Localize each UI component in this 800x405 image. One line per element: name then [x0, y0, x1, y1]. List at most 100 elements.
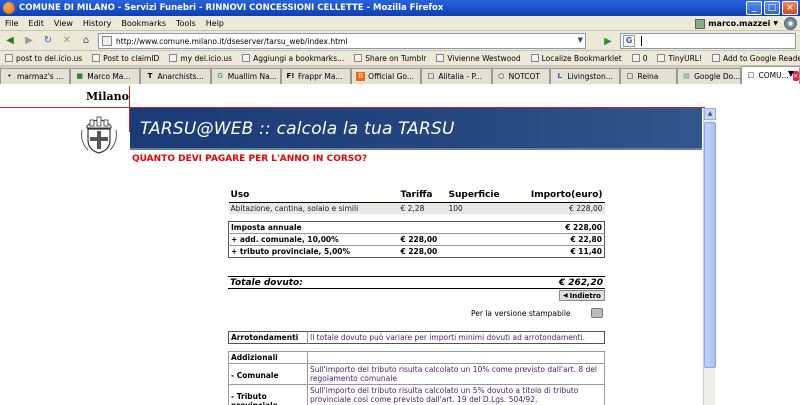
- surcharge-comunale-label: - Comunale: [228, 363, 308, 385]
- bookmark-icon: [530, 54, 539, 62]
- tab[interactable]: ○ NOTCOT: [491, 68, 551, 84]
- printer-icon[interactable]: [591, 308, 603, 318]
- menu-tools[interactable]: Tools: [171, 19, 201, 28]
- bookmark-icon: [354, 54, 363, 62]
- tab-favicon: ■: [76, 72, 84, 80]
- window-title: COMUNE DI MILANO - Servizi Funebri - RIN…: [19, 3, 444, 13]
- url-bar[interactable]: http://www.comune.milano.it/dseserver/ta…: [98, 33, 586, 49]
- cell-uso: Abitazione, cantina, solaio e simili: [228, 202, 399, 214]
- rounding-table: Arrotondamenti Il totale dovuto può vari…: [228, 331, 605, 344]
- page-heading: QUANTO DEVI PAGARE PER L'ANNO IN CORSO?: [132, 154, 368, 164]
- bookmark-item[interactable]: Aggiungi a bookmarks...: [237, 54, 349, 63]
- reload-button[interactable]: ↻: [40, 33, 56, 49]
- bookmark-item[interactable]: my del.icio.us: [164, 54, 237, 63]
- window-controls: _ □ ×: [746, 1, 798, 15]
- url-dropdown-icon[interactable]: ▼: [578, 36, 583, 44]
- tab-favicon: L: [557, 72, 562, 80]
- tab[interactable]: G Muallim Na...: [210, 68, 281, 84]
- tab[interactable]: F! Frappr Ma...: [280, 68, 352, 84]
- table-row: - Comunale Sull'importo del tributo risu…: [228, 363, 605, 385]
- user-name: marco.mazzei: [708, 19, 771, 28]
- menu-view[interactable]: View: [49, 19, 78, 28]
- tab-favicon: B: [356, 72, 366, 81]
- bookmark-item[interactable]: Add to Google Reader: [707, 54, 800, 63]
- tab-strip: • marmaz's ... ■ Marco Ma... T Anarchists..…: [0, 66, 800, 84]
- cell-tributo-base: € 228,00: [398, 245, 517, 258]
- table-row: Addizionali: [228, 351, 605, 364]
- menu-help[interactable]: Help: [201, 19, 229, 28]
- cell-tariffa: € 2,28: [398, 202, 447, 214]
- window-titlebar: COMUNE DI MILANO - Servizi Funebri - RIN…: [0, 0, 800, 16]
- bookmark-item[interactable]: Share on Tumblr: [349, 54, 431, 63]
- bookmark-item[interactable]: Localize Bookmarklet: [526, 54, 627, 63]
- surcharge-comunale-text: Sull'importo del tributo risulta calcola…: [307, 363, 605, 385]
- page-content: Milano TARSU@WEB :: calcola la tua TARSU…: [0, 84, 800, 405]
- user-menu[interactable]: marco.mazzei ▼: [695, 16, 778, 31]
- cell-importo: € 228,00: [516, 202, 605, 214]
- cell-add-comunale-importo: € 22,80: [516, 233, 605, 246]
- navigation-toolbar: ◀ ▶ ↻ ✕ ⌂ http://www.comune.milano.it/ds…: [0, 31, 800, 51]
- table-row: - Tributo provinciale Sull'importo del t…: [228, 384, 605, 405]
- tab[interactable]: ▤ Google Do...: [677, 68, 742, 84]
- menu-edit[interactable]: Edit: [23, 19, 49, 28]
- menu-bookmarks[interactable]: Bookmarks: [116, 19, 171, 28]
- tab[interactable]: □ Reina: [620, 68, 678, 84]
- menu-history[interactable]: History: [78, 19, 116, 28]
- total-label: Totale dovuto:: [230, 278, 303, 288]
- google-search-icon[interactable]: G: [623, 35, 635, 47]
- table-row: Abitazione, cantina, solaio e simili € 2…: [228, 202, 605, 214]
- user-avatar: [695, 18, 706, 29]
- back-arrow-icon: ◀: [563, 292, 568, 299]
- surcharge-provinciale-label: - Tributo provinciale: [228, 384, 308, 405]
- cell-add-comunale-base: € 228,00: [398, 233, 517, 246]
- maximize-button[interactable]: □: [764, 1, 780, 15]
- coat-of-arms-icon: [81, 116, 117, 154]
- go-button[interactable]: ▶: [600, 33, 616, 49]
- bookmark-icon: [436, 54, 445, 62]
- bookmark-item[interactable]: TinyURL!: [652, 54, 707, 63]
- tab-list-button[interactable]: ▼: [784, 69, 798, 82]
- bookmark-icon: [92, 54, 101, 62]
- milano-logo-text: Milano: [86, 90, 129, 103]
- cell-imposta-label: Imposta annuale: [228, 221, 517, 234]
- bookmark-item[interactable]: 0: [627, 54, 653, 63]
- minimize-button[interactable]: _: [746, 1, 762, 15]
- surcharges-table: Addizionali - Comunale Sull'importo del …: [228, 351, 605, 405]
- bookmark-icon: [711, 54, 720, 62]
- stop-button[interactable]: ✕: [59, 33, 75, 49]
- rounding-text: Il totale dovuto può variare per importi…: [310, 333, 586, 342]
- bookmark-item[interactable]: Vivienne Westwood: [431, 54, 525, 63]
- tab-favicon: ○: [498, 72, 505, 80]
- tab[interactable]: T Anarchists...: [140, 68, 211, 84]
- search-input[interactable]: [641, 36, 642, 46]
- print-version-link[interactable]: Per la versione stampabile: [471, 309, 571, 318]
- tab-favicon: ▤: [683, 72, 690, 80]
- close-button[interactable]: ×: [782, 1, 798, 15]
- bookmark-item[interactable]: post to del.icio.us: [0, 54, 87, 63]
- home-button[interactable]: ⌂: [78, 33, 94, 49]
- tab[interactable]: L Livingston...: [550, 68, 621, 84]
- tab-favicon: □: [427, 72, 435, 80]
- back-page-button[interactable]: ◀ Indietro: [559, 290, 605, 301]
- tab-favicon: F!: [286, 72, 295, 80]
- scroll-thumb[interactable]: [704, 122, 716, 368]
- tab[interactable]: • marmaz's ...: [0, 68, 71, 84]
- page-scrollbar[interactable]: ▲: [703, 108, 716, 405]
- search-bar[interactable]: G: [620, 33, 796, 49]
- menu-file[interactable]: File: [0, 19, 23, 28]
- url-input[interactable]: http://www.comune.milano.it/dseserver/ta…: [116, 37, 347, 46]
- col-header-uso: Uso: [228, 188, 399, 203]
- page-favicon: [102, 36, 112, 46]
- back-button[interactable]: ◀: [2, 33, 18, 49]
- banner-title: TARSU@WEB :: calcola la tua TARSU: [140, 119, 455, 139]
- tab[interactable]: □ Alitalia - P...: [421, 68, 492, 84]
- bookmark-item[interactable]: Post to claimID: [87, 54, 164, 63]
- page-banner: TARSU@WEB :: calcola la tua TARSU: [130, 108, 702, 148]
- forward-button[interactable]: ▶: [21, 33, 37, 49]
- surcharge-provinciale-text: Sull'importo del tributo risulta calcola…: [307, 384, 605, 405]
- scroll-up-button[interactable]: ▲: [704, 108, 716, 120]
- tab[interactable]: B Official Go...: [351, 68, 422, 84]
- throbber-icon: [784, 17, 797, 30]
- tab[interactable]: ■ Marco Ma...: [70, 68, 141, 84]
- cell-superficie: 100: [446, 202, 517, 214]
